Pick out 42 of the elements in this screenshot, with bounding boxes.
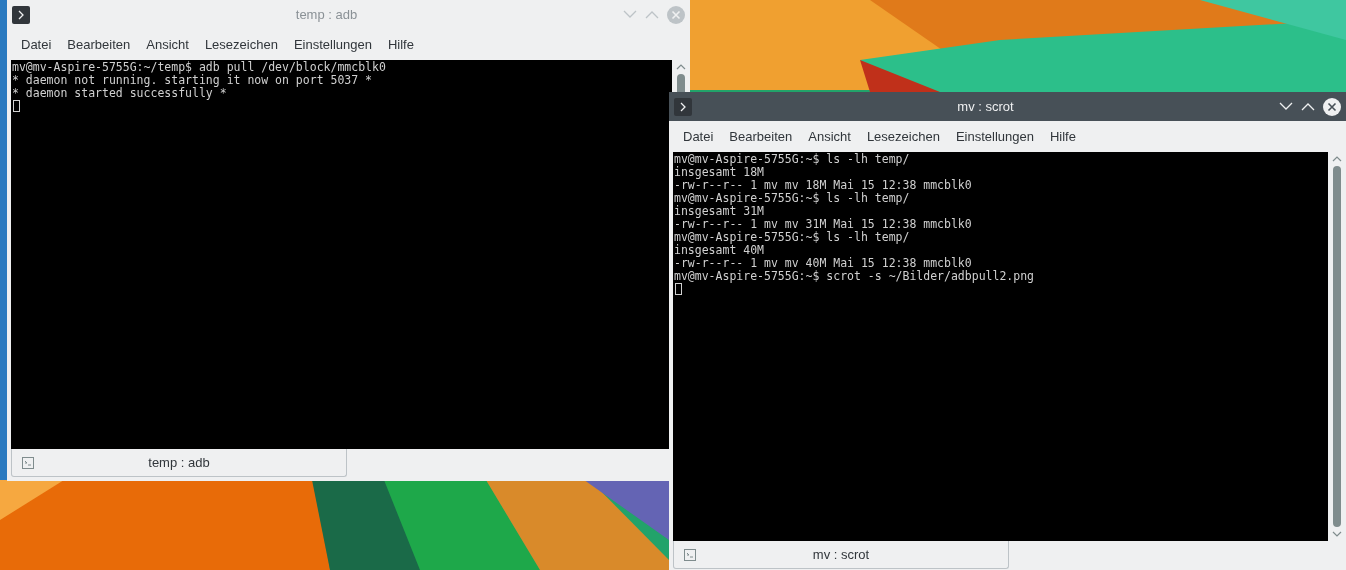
terminal-line: -rw-r--r-- 1 mv mv 40M Mai 15 12:38 mmcblk0 bbox=[674, 257, 972, 270]
terminal-line: insgesamt 40M bbox=[674, 244, 764, 257]
terminal-icon bbox=[684, 548, 696, 561]
scroll-up-icon[interactable] bbox=[676, 63, 686, 70]
menu-item[interactable]: Datei bbox=[675, 126, 722, 147]
menu-item[interactable]: Lesezeichen bbox=[858, 126, 948, 147]
terminal-line: mv@mv-Aspire-5755G:~$ scrot -s ~/Bilder/adbpull2.png bbox=[674, 270, 1035, 283]
terminal-line: mv@mv-Aspire-5755G:~$ ls -lh temp/ bbox=[674, 192, 910, 205]
menu-item[interactable]: Ansicht bbox=[138, 34, 197, 55]
terminal-line: mv@mv-Aspire-5755G:~$ ls -lh temp/ bbox=[674, 153, 910, 166]
terminal-line: * daemon not running. starting it now on port 5037 * bbox=[12, 74, 373, 87]
menu-item[interactable]: Einstellungen bbox=[285, 34, 380, 55]
terminal-output[interactable] bbox=[673, 152, 1328, 541]
menu-item[interactable]: Hilfe bbox=[379, 34, 422, 55]
terminal-icon bbox=[22, 456, 34, 469]
window-title: mv : scrot bbox=[956, 97, 1015, 116]
menu-item[interactable]: Bearbeiten bbox=[721, 126, 801, 147]
menu-item[interactable]: Lesezeichen bbox=[196, 34, 286, 55]
menu-item[interactable]: Ansicht bbox=[800, 126, 859, 147]
menu-item[interactable]: Bearbeiten bbox=[59, 34, 139, 55]
menu-item[interactable]: Einstellungen bbox=[947, 126, 1042, 147]
terminal-app-icon[interactable] bbox=[12, 5, 30, 24]
terminal-line: mv@mv-Aspire-5755G:~$ ls -lh temp/ bbox=[674, 231, 910, 244]
menu-item[interactable]: Datei bbox=[13, 34, 60, 55]
terminal-app-icon[interactable] bbox=[674, 97, 692, 116]
terminal-line: insgesamt 18M bbox=[674, 166, 764, 179]
session-tab[interactable]: temp : adb bbox=[11, 449, 347, 477]
window-title: temp : adb bbox=[294, 5, 359, 24]
terminal-line: -rw-r--r-- 1 mv mv 18M Mai 15 12:38 mmcblk0 bbox=[674, 179, 972, 192]
terminal-line: * daemon started successfully * bbox=[12, 87, 227, 100]
terminal-output[interactable]: mv@mv-Aspire-5755G:~/temp$ adb pull /dev/block/mmcblk0 * daemon not running. starting it now on port 5037 * * daemon started successfully * bbox=[11, 60, 672, 449]
close-icon[interactable] bbox=[1323, 97, 1341, 116]
text-cursor bbox=[13, 100, 20, 112]
scrollbar-thumb[interactable] bbox=[1333, 166, 1341, 527]
scroll-up-icon[interactable] bbox=[1332, 155, 1342, 162]
menu-item[interactable]: Hilfe bbox=[1041, 126, 1084, 147]
scroll-down-icon[interactable] bbox=[1332, 531, 1342, 538]
terminal-line: -rw-r--r-- 1 mv mv 31M Mai 15 12:38 mmcblk0 bbox=[674, 218, 972, 231]
terminal-line: insgesamt 31M bbox=[674, 205, 764, 218]
text-cursor bbox=[675, 283, 682, 295]
session-tab[interactable]: mv : scrot bbox=[673, 541, 1009, 569]
terminal-line: mv@mv-Aspire-5755G:~/temp$ adb pull /dev/block/mmcblk0 bbox=[12, 61, 386, 74]
